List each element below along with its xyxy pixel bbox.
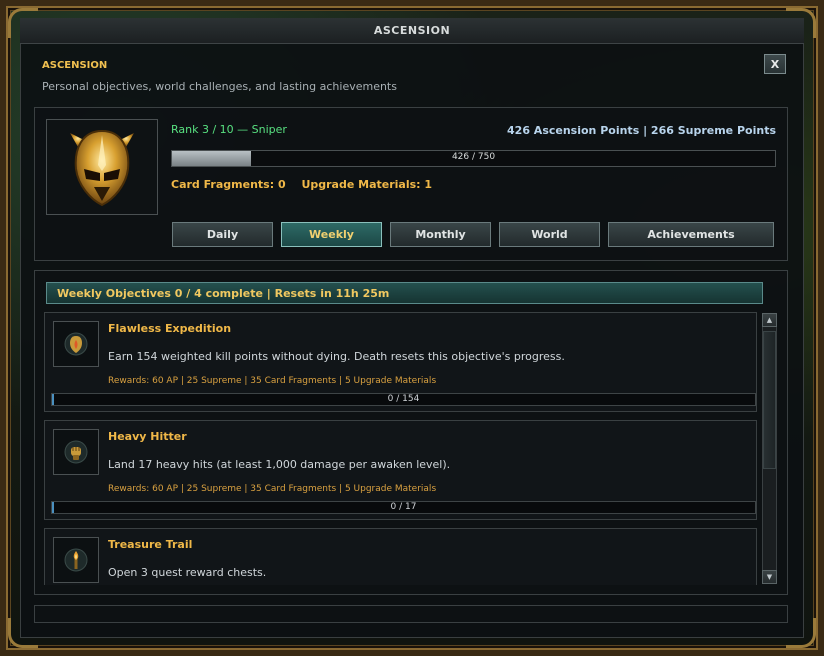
objective-card[interactable]: Flawless Expedition Earn 154 weighted ki… <box>44 312 757 412</box>
rank-progress-text: 426 / 750 <box>451 152 496 162</box>
objective-rewards: Rewards: 60 AP | 25 Supreme | 35 Card Fr… <box>108 376 437 386</box>
page-subtitle: Personal objectives, world challenges, a… <box>42 80 397 93</box>
objective-description: Land 17 heavy hits (at least 1,000 damag… <box>108 458 451 471</box>
objective-icon-frame <box>53 321 99 367</box>
objective-card[interactable]: Heavy Hitter Land 17 heavy hits (at leas… <box>44 420 757 520</box>
tab-daily[interactable]: Daily <box>172 222 273 247</box>
window-titlebar[interactable]: ASCENSION <box>20 18 804 44</box>
category-tabs: Daily Weekly Monthly World Achievements <box>172 222 774 247</box>
objective-title: Flawless Expedition <box>108 322 232 335</box>
scroll-down-button[interactable]: ▼ <box>762 570 777 584</box>
objective-description: Earn 154 weighted kill points without dy… <box>108 350 565 363</box>
objective-progress-bar: 0 / 154 <box>51 393 756 406</box>
tab-weekly[interactable]: Weekly <box>281 222 382 247</box>
objective-title: Heavy Hitter <box>108 430 187 443</box>
scroll-thumb[interactable] <box>763 331 776 469</box>
objective-title: Treasure Trail <box>108 538 193 551</box>
objective-description: Open 3 quest reward chests. <box>108 566 267 579</box>
objectives-summary-bar: Weekly Objectives 0 / 4 complete | Reset… <box>46 282 763 304</box>
torch-icon <box>64 548 88 572</box>
objective-icon-frame <box>53 429 99 475</box>
scroll-up-button[interactable]: ▲ <box>762 313 777 327</box>
page-title: ASCENSION <box>42 60 108 71</box>
points-summary: 426 Ascension Points | 266 Supreme Point… <box>507 124 776 137</box>
window-title: ASCENSION <box>373 24 451 37</box>
rank-progress-bar: 426 / 750 <box>171 150 776 167</box>
objectives-list[interactable]: Flawless Expedition Earn 154 weighted ki… <box>44 312 757 585</box>
objective-progress-bar: 0 / 17 <box>51 501 756 514</box>
tab-monthly[interactable]: Monthly <box>390 222 491 247</box>
materials-summary: Card Fragments: 0 Upgrade Materials: 1 <box>171 178 444 191</box>
objective-rewards: Rewards: 60 AP | 25 Supreme | 35 Card Fr… <box>108 484 437 494</box>
close-button[interactable]: X <box>764 54 786 74</box>
objective-progress-text: 0 / 17 <box>390 502 417 512</box>
upgrade-materials-count: Upgrade Materials: 1 <box>301 178 433 191</box>
footer-bar <box>34 605 788 623</box>
tab-world[interactable]: World <box>499 222 600 247</box>
tab-achievements[interactable]: Achievements <box>608 222 774 247</box>
card-fragments-count: Card Fragments: 0 <box>171 178 286 191</box>
objective-card[interactable]: Treasure Trail Open 3 quest reward chest… <box>44 528 757 585</box>
fist-icon <box>64 440 88 464</box>
rank-portrait <box>46 119 158 215</box>
shield-flame-icon <box>64 332 88 356</box>
objective-progress-text: 0 / 154 <box>387 394 420 404</box>
objective-icon-frame <box>53 537 99 583</box>
golden-helmet-icon <box>70 129 134 207</box>
rank-label: Rank 3 / 10 — Sniper <box>171 123 287 136</box>
